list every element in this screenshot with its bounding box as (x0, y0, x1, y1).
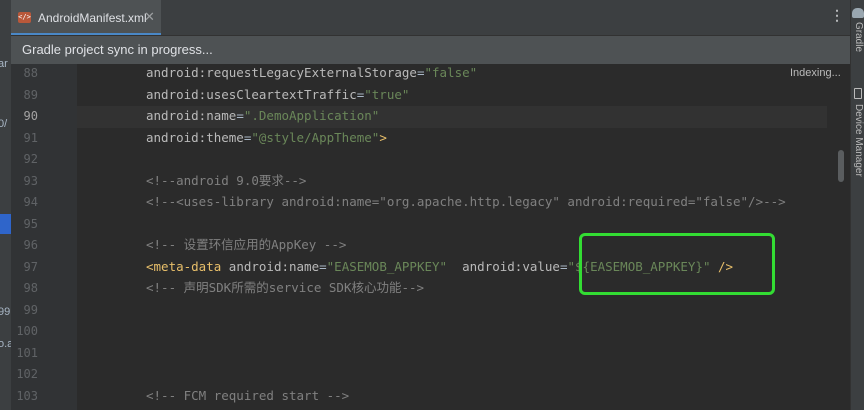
gradle-icon[interactable] (852, 8, 864, 18)
editor-scrollbar-thumb[interactable] (838, 150, 844, 182)
device-manager-tool-button[interactable]: Device Manager (852, 104, 864, 177)
code-token: android:name (146, 108, 237, 123)
left-tool-strip: ar 0/ 99 o.a (0, 0, 11, 410)
line-number: 89 (23, 87, 38, 102)
xml-file-icon: </> (18, 12, 31, 23)
code-line[interactable]: <!--<uses-library android:name="org.apac… (146, 191, 786, 213)
project-tree-fragment: o.a (0, 338, 11, 350)
code-token: <meta-data (146, 258, 229, 274)
editor-tab-bar: </> AndroidManifest.xml ✕ ⋮ (11, 0, 850, 36)
line-number: 92 (23, 152, 38, 166)
line-number: 100 (16, 324, 38, 338)
code-token: android:usesCleartextTraffic (146, 86, 357, 102)
sync-banner: Gradle project sync in progress... (11, 36, 850, 64)
project-tree-fragment: ar (0, 58, 8, 70)
project-tree-fragment: 0/ (0, 118, 8, 130)
tab-androidmanifest[interactable]: </> AndroidManifest.xml ✕ (11, 0, 161, 35)
project-tree-selection[interactable] (0, 214, 11, 234)
line-number: 101 (16, 345, 38, 360)
line-number: 103 (16, 388, 38, 403)
code-line[interactable]: <!-- 声明SDK所需的service SDK核心功能--> (146, 277, 424, 299)
line-number: 97 (23, 259, 38, 274)
code-line[interactable]: android:theme="@style/AppTheme"> (146, 127, 387, 149)
line-number: 91 (23, 130, 38, 145)
code-token: ".DemoApplication" (243, 108, 380, 123)
code-line[interactable]: <!--android 9.0要求--> (146, 170, 306, 192)
device-manager-icon[interactable] (854, 88, 862, 99)
code-token: android:name (228, 258, 320, 274)
code-token: "true" (364, 86, 410, 102)
code-token: "@style/AppTheme" (251, 129, 380, 145)
code-token: android:value (462, 258, 560, 274)
code-line[interactable]: android:requestLegacyExternalStorage="fa… (146, 62, 477, 84)
code-token: android:theme (146, 129, 244, 145)
line-number: 93 (23, 173, 38, 188)
line-number: 99 (23, 302, 38, 317)
code-token: "false" (424, 65, 478, 80)
code-line[interactable]: android:usesCleartextTraffic="true" (146, 84, 409, 106)
annotation-highlight-box (579, 233, 775, 295)
project-tree-fragment: 99 (0, 306, 11, 318)
line-number: 94 (23, 195, 38, 209)
line-number: 90 (23, 109, 38, 123)
line-number: 98 (23, 281, 38, 295)
code-token: = (236, 108, 244, 123)
code-token: <!-- FCM required start --> (146, 387, 350, 403)
code-line[interactable]: android:name=".DemoApplication" (146, 105, 379, 127)
indexing-status: Indexing... (790, 67, 841, 79)
right-tool-strip: Gradle Device Manager (850, 0, 864, 410)
code-token: <!--<uses-library android:name="org.apac… (146, 194, 786, 209)
code-token: android:requestLegacyExternalStorage (146, 65, 417, 80)
line-number: 102 (16, 367, 38, 381)
code-token: <!--android 9.0要求--> (146, 172, 307, 188)
more-options-icon[interactable]: ⋮ (830, 8, 844, 22)
line-number: 95 (23, 216, 38, 231)
gradle-tool-button[interactable]: Gradle (852, 22, 864, 52)
code-token: "EASEMOB_APPKEY" (326, 258, 448, 274)
code-line[interactable]: <!-- FCM required start --> (146, 385, 349, 407)
code-token: = (559, 258, 568, 274)
sync-banner-text: Gradle project sync in progress... (22, 42, 213, 57)
code-token: <!-- 设置环信应用的AppKey --> (146, 237, 347, 252)
code-token: <!-- 声明SDK所需的service SDK核心功能--> (146, 280, 425, 295)
code-token: > (379, 129, 387, 145)
line-number: 96 (23, 238, 38, 252)
close-icon[interactable]: ✕ (144, 9, 155, 25)
code-line[interactable]: <!-- 设置环信应用的AppKey --> (146, 234, 346, 256)
line-number: 88 (23, 66, 38, 80)
code-token: = (319, 258, 327, 274)
tab-label: AndroidManifest.xml (38, 11, 147, 25)
